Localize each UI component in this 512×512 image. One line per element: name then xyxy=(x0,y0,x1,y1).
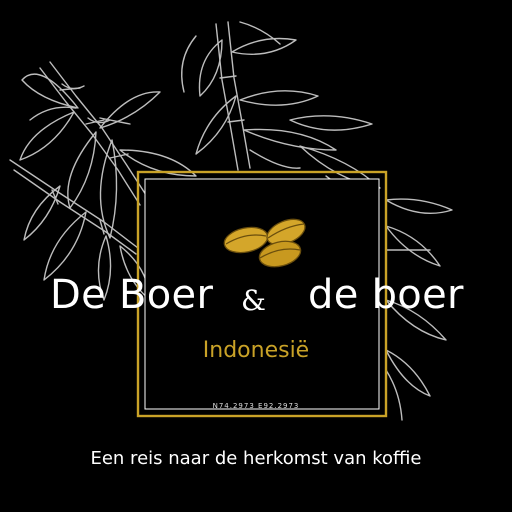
bamboo-illustration xyxy=(9,21,453,421)
brand-name-right: de boer xyxy=(308,272,464,318)
coordinates-label: N74.2973 E92.2973 xyxy=(212,402,300,410)
brand-ampersand: & xyxy=(241,284,266,317)
tagline: Een reis naar de herkomst van koffie xyxy=(90,448,422,469)
brand-subtitle: Indonesië xyxy=(202,338,310,363)
brand-name-left: De Boer xyxy=(50,272,214,318)
